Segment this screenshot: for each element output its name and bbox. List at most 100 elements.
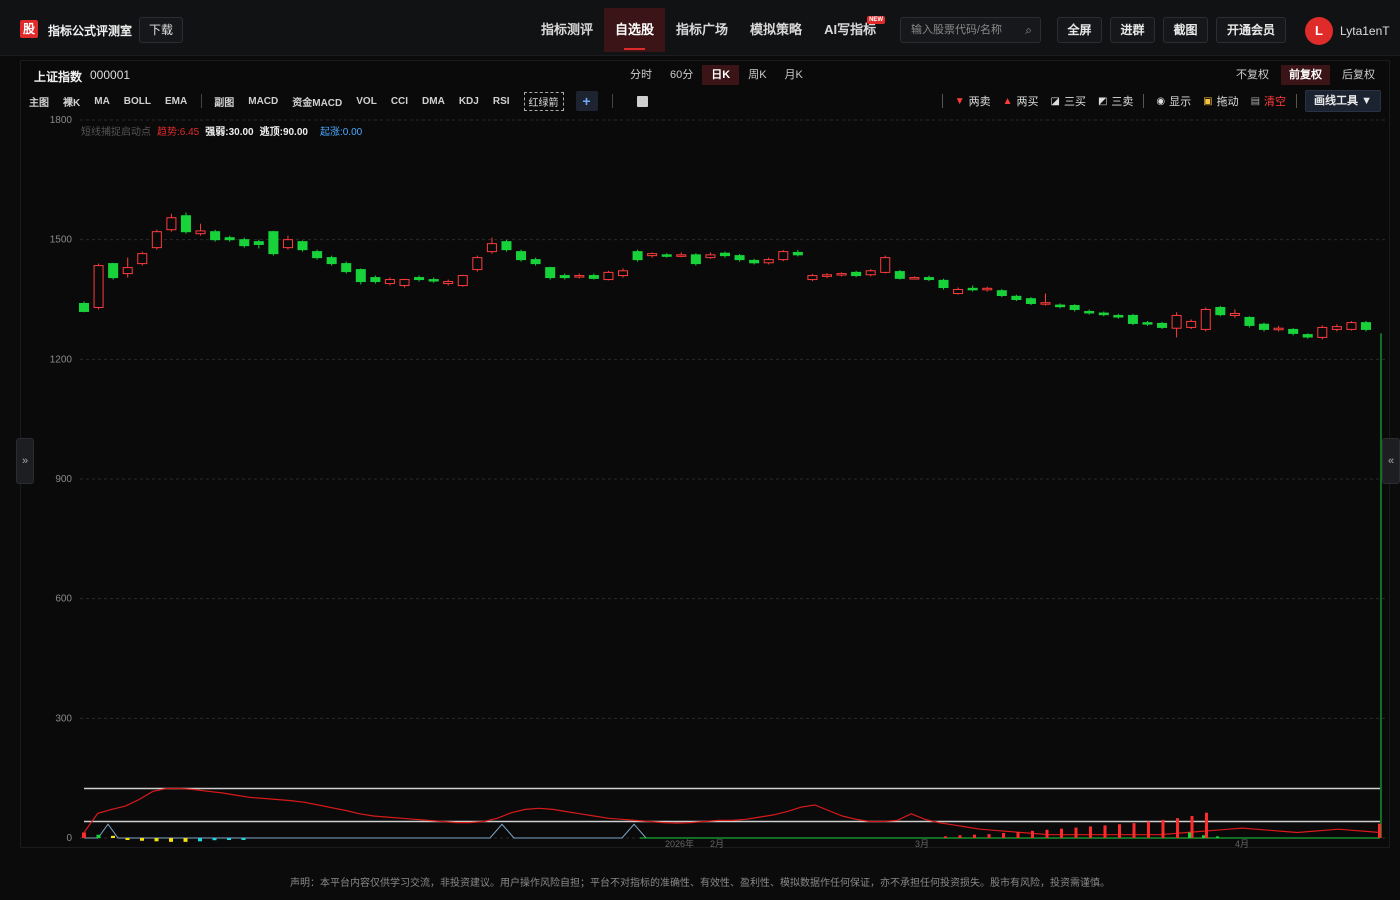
- draw-sell3-label: 三卖: [1111, 96, 1134, 108]
- candle-body: [923, 277, 934, 281]
- candlestick-chart[interactable]: 0 300 600 900 1200 1500 1800 2026年 2月 3月 4月: [20, 112, 1388, 848]
- candle-body: [1317, 326, 1328, 338]
- candle-body: [1200, 308, 1211, 330]
- signal-bar: [140, 838, 144, 841]
- candle-body: [166, 217, 177, 231]
- clear-button[interactable]: ▤ 清空: [1251, 93, 1286, 109]
- draw-buy3-button[interactable]: ◪ 三买: [1051, 93, 1086, 109]
- indicator-macd[interactable]: MACD: [248, 96, 278, 107]
- indicator-rsi[interactable]: RSI: [493, 96, 510, 107]
- signal-bar: [1205, 812, 1208, 838]
- divider: [1296, 94, 1298, 108]
- signal-bar: [1089, 826, 1092, 838]
- tab-backward-adjust[interactable]: 后复权: [1334, 65, 1383, 85]
- candle-body: [836, 273, 847, 276]
- chart-down-icon: ◩: [1097, 95, 1108, 107]
- tab-period-60min[interactable]: 60分: [661, 65, 702, 85]
- avatar[interactable]: L: [1305, 17, 1333, 45]
- username[interactable]: Lyta1enT: [1340, 24, 1390, 38]
- download-button[interactable]: 下载: [139, 17, 183, 43]
- draw-sell3-button[interactable]: ◩ 三卖: [1098, 93, 1133, 109]
- vip-button[interactable]: 开通会员: [1216, 17, 1286, 43]
- trend-line: [83, 787, 1381, 836]
- indicator-sub-chart[interactable]: 副图: [214, 94, 234, 109]
- candle-body: [195, 230, 206, 235]
- x-axis-label: 2月: [710, 839, 724, 848]
- candle-body: [792, 251, 803, 256]
- candle-body: [1113, 314, 1124, 318]
- candle-body: [1055, 304, 1066, 308]
- indicator-ema[interactable]: EMA: [165, 96, 187, 107]
- candle-body: [661, 254, 672, 257]
- indicator-naked-k[interactable]: 裸K: [63, 94, 80, 109]
- draw-sell2-label: 两卖: [968, 96, 991, 108]
- indicator-ma[interactable]: MA: [94, 96, 110, 107]
- show-label: 显示: [1169, 96, 1192, 108]
- candle-body: [93, 265, 104, 308]
- candle-body: [122, 267, 133, 275]
- expand-left-panel-button[interactable]: »: [16, 438, 34, 484]
- stock-search-input[interactable]: [901, 18, 1019, 42]
- clear-label: 清空: [1264, 96, 1287, 108]
- candle-body: [1011, 295, 1022, 300]
- candle-body: [1186, 320, 1197, 328]
- candle-body: [1025, 298, 1036, 304]
- candle-body: [603, 271, 614, 281]
- drag-toggle[interactable]: ▣ 拖动: [1203, 93, 1238, 109]
- draw-buy2-button[interactable]: ▲ 两买: [1003, 93, 1039, 109]
- add-indicator-button[interactable]: +: [575, 91, 598, 111]
- show-toggle[interactable]: ◉ 显示: [1156, 93, 1191, 109]
- tab-period-daily[interactable]: 日K: [702, 65, 740, 85]
- nav-indicator-review[interactable]: 指标测评: [530, 8, 604, 52]
- indicator-main-chart[interactable]: 主图: [29, 94, 49, 109]
- drawing-tool-dropdown[interactable]: 画线工具 ▼: [1305, 90, 1381, 112]
- nav-ai-indicator[interactable]: AI写指标 NEW: [813, 8, 887, 52]
- divider: [201, 94, 203, 108]
- tab-no-adjust[interactable]: 不复权: [1228, 65, 1277, 85]
- divider: [941, 94, 943, 108]
- candle-body: [297, 241, 308, 251]
- tab-forward-adjust[interactable]: 前复权: [1281, 65, 1330, 85]
- triangle-down-icon: ▼: [954, 95, 965, 107]
- candle-body: [967, 287, 978, 291]
- candle-body: [865, 270, 876, 276]
- tab-period-intraday[interactable]: 分时: [621, 65, 661, 85]
- candle-body: [355, 269, 366, 283]
- indicator-cci[interactable]: CCI: [391, 96, 408, 107]
- candle-body: [530, 259, 541, 265]
- save-icon[interactable]: [636, 95, 648, 107]
- draw-buy3-label: 三买: [1063, 96, 1086, 108]
- candle-body: [1229, 312, 1240, 316]
- signal-bar: [944, 836, 947, 838]
- indicator-dma[interactable]: DMA: [422, 96, 445, 107]
- indicator-kdj[interactable]: KDJ: [459, 96, 479, 107]
- fullscreen-button[interactable]: 全屏: [1057, 17, 1102, 43]
- indicator-boll[interactable]: BOLL: [124, 96, 151, 107]
- candle-body: [1215, 306, 1226, 316]
- tab-period-monthly[interactable]: 月K: [776, 65, 812, 85]
- candle-body: [428, 279, 439, 282]
- indicator-fund-macd[interactable]: 资金MACD: [292, 94, 342, 109]
- tab-period-weekly[interactable]: 周K: [739, 65, 775, 85]
- screenshot-button[interactable]: 截图: [1163, 17, 1208, 43]
- candle-body: [282, 239, 293, 249]
- nav-label: 模拟策略: [750, 22, 803, 37]
- join-group-button[interactable]: 进群: [1110, 17, 1155, 43]
- candle-body: [312, 251, 323, 259]
- expand-right-panel-button[interactable]: «: [1382, 438, 1400, 484]
- signal-bar: [227, 838, 231, 840]
- signal-bar: [1045, 829, 1049, 838]
- nav-label: AI写指标: [824, 22, 877, 37]
- nav-indicator-square[interactable]: 指标广场: [665, 8, 739, 52]
- nav-simulated-strategy[interactable]: 模拟策略: [739, 8, 813, 52]
- draw-sell2-button[interactable]: ▼ 两卖: [955, 93, 991, 109]
- indicator-toolbar: 主图 裸K MA BOLL EMA 副图 MACD 资金MACD VOL CCI…: [29, 90, 648, 112]
- nav-watchlist[interactable]: 自选股: [604, 8, 666, 52]
- signal-bar: [1188, 832, 1191, 838]
- candle-body: [137, 253, 148, 265]
- search-icon[interactable]: ⌕: [1025, 23, 1032, 38]
- indicator-vol[interactable]: VOL: [356, 96, 377, 107]
- nav-label: 指标广场: [676, 22, 729, 37]
- signal-bar: [125, 838, 130, 840]
- indicator-red-green-arrow[interactable]: 红绿箭: [523, 91, 564, 111]
